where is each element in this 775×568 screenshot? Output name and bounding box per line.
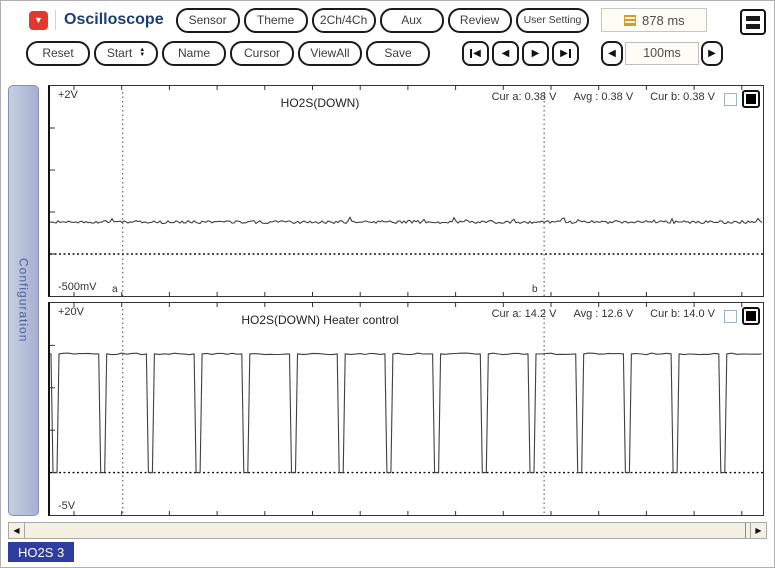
arrow-left-icon: ◀ [608, 47, 616, 59]
elapsed-time-value: 878 ms [642, 12, 685, 28]
avg-readout: Avg : 12.6 V [573, 308, 634, 320]
waveform-heater[interactable] [50, 303, 763, 515]
y-axis-bottom-label: -5V [58, 500, 76, 512]
trace-color-swatch[interactable] [742, 307, 760, 325]
waveform-ho2s[interactable] [50, 86, 763, 296]
window-menu-button[interactable] [740, 9, 766, 35]
menu-bar-icon [746, 15, 760, 21]
viewall-button[interactable]: ViewAll [298, 40, 362, 66]
spinner-icon: ▲ ▼ [139, 47, 146, 58]
skip-last-button[interactable]: ▶ [552, 40, 579, 66]
page-title: Oscilloscope [64, 11, 164, 28]
channel-mode-button[interactable]: 2Ch/4Ch [311, 7, 376, 33]
aux-button[interactable]: Aux [379, 7, 444, 33]
topbar: ▼ Oscilloscope Sensor Theme 2Ch/4Ch Aux … [7, 5, 768, 35]
cursor-button[interactable]: Cursor [230, 40, 294, 66]
scroll-right-button[interactable]: ▶ [750, 523, 766, 538]
skip-first-icon [470, 48, 473, 58]
cursor-readouts: Cur a: 14.2 V Avg : 12.6 V Cur b: 14.0 V [492, 308, 715, 320]
chevron-down-icon: ▼ [34, 14, 43, 25]
app-menu-button[interactable]: ▼ [29, 10, 48, 30]
sensor-button[interactable]: Sensor [175, 7, 240, 33]
timescale-decrease-button[interactable]: ◀ [601, 40, 623, 66]
cursor-b-readout: Cur b: 14.0 V [650, 308, 715, 320]
configuration-panel-handle[interactable]: Configuration [8, 85, 39, 516]
configuration-label: Configuration [16, 258, 31, 343]
step-back-button[interactable]: ◀ [492, 40, 519, 66]
channel-title: HO2S(DOWN) Heater control [241, 313, 399, 327]
user-setting-button[interactable]: User Setting [515, 7, 590, 33]
arrow-right-icon: ▶ [708, 47, 716, 59]
timescale-control: ◀ 100ms ▶ [601, 40, 723, 66]
timescale-increase-button[interactable]: ▶ [701, 40, 723, 66]
toolbar-secondary: Reset Start ▲ ▼ Name Cursor ViewAll Save … [26, 39, 768, 67]
divider [55, 10, 56, 30]
trace-color-swatch[interactable] [742, 90, 760, 108]
scrollbar-thumb[interactable] [25, 523, 746, 538]
menu-bar-icon [746, 23, 760, 29]
y-axis-top-label: +2V [58, 89, 78, 101]
cursor-a-readout: Cur a: 14.2 V [491, 308, 557, 320]
cursor-b-readout: Cur b: 0.38 V [650, 91, 715, 103]
cursor-a-readout: Cur a: 0.38 V [491, 91, 557, 103]
timescale-display: 100ms [625, 41, 699, 65]
review-button[interactable]: Review [447, 7, 512, 33]
scrollbar-track[interactable] [25, 523, 750, 538]
horizontal-scrollbar[interactable]: ◀ ▶ [8, 522, 767, 539]
y-axis-bottom-label: -500mV [58, 281, 97, 293]
start-button-label: Start [106, 46, 133, 60]
y-axis-top-label: +20V [58, 306, 84, 318]
tab-ho2s-3[interactable]: HO2S 3 [8, 542, 75, 562]
save-button[interactable]: Save [366, 40, 430, 66]
channel-panel-heater: +20V HO2S(DOWN) Heater control Cur a: 14… [48, 302, 764, 516]
channel-panel-ho2s: +2V HO2S(DOWN) Cur a: 0.38 V Avg : 0.38 … [48, 85, 764, 297]
start-button[interactable]: Start ▲ ▼ [94, 40, 158, 66]
step-forward-button[interactable]: ▶ [522, 40, 549, 66]
skip-first-button[interactable]: ◀ [462, 40, 489, 66]
step-back-icon: ◀ [501, 47, 510, 59]
timer-icon [624, 14, 637, 26]
elapsed-time-display: 878 ms [601, 8, 708, 32]
playback-controls: ◀ ◀ ▶ ▶ [462, 40, 579, 66]
cursor-a-marker[interactable]: a [112, 284, 118, 295]
theme-button[interactable]: Theme [243, 7, 308, 33]
channel-visibility-checkbox[interactable] [724, 310, 737, 323]
channel-title: HO2S(DOWN) [280, 96, 360, 110]
cursor-readouts: Cur a: 0.38 V Avg : 0.38 V Cur b: 0.38 V [492, 91, 715, 103]
oscilloscope-window: ▼ Oscilloscope Sensor Theme 2Ch/4Ch Aux … [0, 0, 775, 568]
name-button[interactable]: Name [162, 40, 226, 66]
cursor-b-marker[interactable]: b [532, 284, 538, 295]
step-forward-icon: ▶ [531, 47, 540, 59]
scroll-left-button[interactable]: ◀ [9, 523, 25, 538]
avg-readout: Avg : 0.38 V [573, 91, 634, 103]
skip-last-icon [568, 48, 571, 58]
channel-visibility-checkbox[interactable] [724, 93, 737, 106]
reset-button[interactable]: Reset [26, 40, 90, 66]
